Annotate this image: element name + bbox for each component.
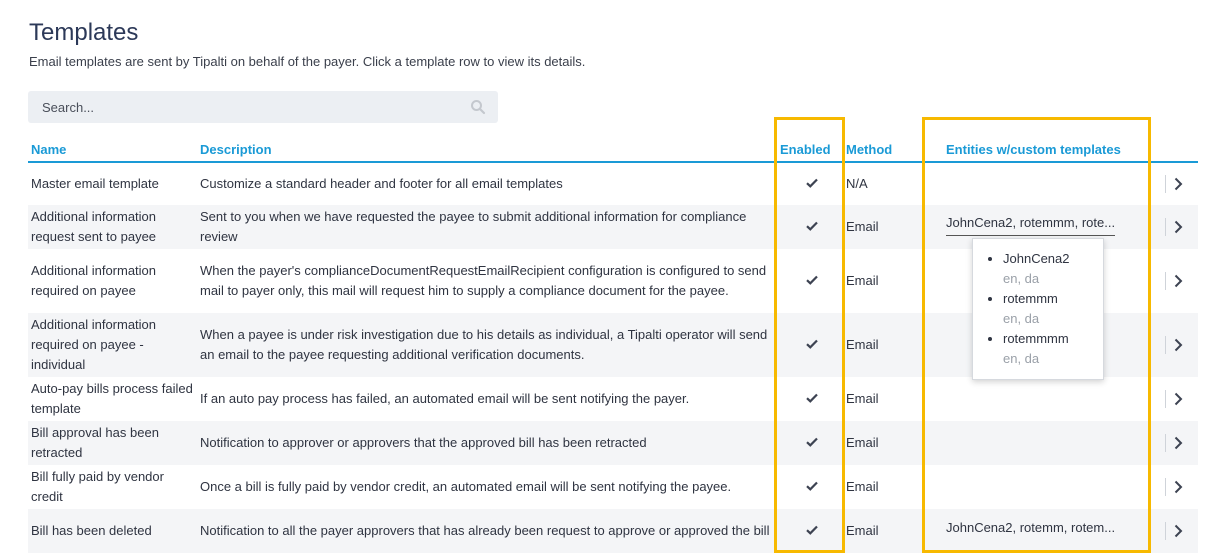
entities-cell — [943, 377, 1162, 421]
template-description: When a payee is under risk investigation… — [197, 313, 780, 377]
column-header-method[interactable]: Method — [843, 137, 943, 163]
divider — [1165, 434, 1166, 452]
entities-popup: JohnCena2 en, da rotemmm en, da rotemmmm en… — [972, 238, 1104, 380]
method-cell: Email — [843, 313, 943, 377]
row-open-cell[interactable] — [1162, 313, 1198, 377]
search-input[interactable] — [40, 98, 470, 116]
template-name: Master email template — [31, 176, 159, 191]
template-name: Additional information request sent to p… — [28, 205, 197, 249]
popup-entity-item: rotemmmm en, da — [1003, 329, 1103, 369]
page-subtitle: Email templates are sent by Tipalti on b… — [29, 54, 586, 69]
template-name: Additional information required on payee — [31, 263, 157, 298]
popup-entity-langs: en, da — [1003, 271, 1040, 286]
template-name: Auto-pay bills process failed template — [31, 381, 193, 416]
chevron-right-icon[interactable] — [1174, 480, 1183, 494]
table-row[interactable]: Auto-pay bills process failed template If… — [28, 377, 1198, 421]
popup-entity-name: rotemmm — [1003, 291, 1058, 306]
divider — [1165, 175, 1166, 193]
enabled-cell — [780, 162, 843, 205]
chevron-right-icon[interactable] — [1174, 524, 1183, 538]
template-description: If an auto pay process has failed, an au… — [200, 391, 690, 406]
column-header-actions — [1162, 137, 1198, 163]
checkmark-icon — [805, 221, 818, 231]
checkmark-icon — [805, 393, 818, 403]
entities-list[interactable]: JohnCena2, rotemmm, rote... — [946, 213, 1116, 236]
popup-entity-name: rotemmmm — [1003, 331, 1069, 346]
popup-entity-name: JohnCena2 — [1003, 251, 1070, 266]
enabled-cell — [780, 377, 843, 421]
chevron-right-icon[interactable] — [1174, 392, 1183, 406]
table-row[interactable]: Bill approval has been retracted Notifica… — [28, 421, 1198, 465]
chevron-right-icon[interactable] — [1174, 274, 1183, 288]
method-cell: Email — [846, 273, 879, 288]
popup-entity-langs: en, da — [1003, 311, 1040, 326]
method-cell: Email — [846, 479, 879, 494]
method-cell: Email — [843, 421, 943, 465]
entities-cell — [943, 421, 1162, 465]
template-description: Sent to you when we have requested the p… — [197, 205, 780, 249]
column-header-enabled[interactable]: Enabled — [780, 137, 843, 163]
enabled-cell — [780, 313, 843, 377]
chevron-right-icon[interactable] — [1174, 177, 1183, 191]
chevron-right-icon[interactable] — [1174, 338, 1183, 352]
table-row[interactable]: Master email template Customize a standar… — [28, 162, 1198, 205]
column-header-name[interactable]: Name — [28, 137, 197, 163]
enabled-cell — [780, 465, 843, 509]
chevron-right-icon[interactable] — [1174, 220, 1183, 234]
chevron-right-icon[interactable] — [1174, 436, 1183, 450]
row-open-cell[interactable] — [1162, 205, 1198, 249]
checkmark-icon — [805, 178, 818, 188]
row-open-cell[interactable] — [1162, 249, 1198, 313]
template-description: Customize a standard header and footer f… — [200, 176, 563, 191]
enabled-cell — [780, 509, 843, 553]
popup-entity-langs: en, da — [1003, 351, 1040, 366]
template-description: Once a bill is fully paid by vendor cred… — [200, 479, 732, 494]
table-row[interactable]: Bill has been deleted Notification to all… — [28, 509, 1198, 553]
template-name: Bill has been deleted — [28, 509, 197, 553]
entities-cell: JohnCena2, rotemm, rotem... — [943, 509, 1162, 553]
search-icon[interactable] — [470, 99, 486, 115]
table-row[interactable]: Bill fully paid by vendor credit Once a b… — [28, 465, 1198, 509]
popup-entity-item: JohnCena2 en, da — [1003, 249, 1103, 289]
divider — [1165, 272, 1166, 290]
method-cell: Email — [843, 205, 943, 249]
divider — [1165, 390, 1166, 408]
column-header-description[interactable]: Description — [197, 137, 780, 163]
page-title: Templates — [29, 19, 139, 46]
method-cell: Email — [843, 509, 943, 553]
entities-cell — [943, 465, 1162, 509]
table-header-row: Name Description Enabled Method Entities… — [28, 137, 1198, 163]
checkmark-icon — [805, 437, 818, 447]
enabled-cell — [780, 205, 843, 249]
method-cell: N/A — [846, 176, 868, 191]
checkmark-icon — [805, 339, 818, 349]
search-box[interactable] — [28, 91, 498, 123]
popup-entity-item: rotemmm en, da — [1003, 289, 1103, 329]
checkmark-icon — [805, 481, 818, 491]
row-open-cell[interactable] — [1162, 421, 1198, 465]
divider — [1165, 336, 1166, 354]
row-open-cell[interactable] — [1162, 465, 1198, 509]
divider — [1165, 218, 1166, 236]
template-name: Bill approval has been retracted — [28, 421, 197, 465]
enabled-cell — [780, 421, 843, 465]
template-description: Notification to all the payer approvers … — [197, 509, 780, 553]
template-description: Notification to approver or approvers th… — [197, 421, 780, 465]
divider — [1165, 522, 1166, 540]
entities-list[interactable]: JohnCena2, rotemm, rotem... — [946, 518, 1115, 538]
method-cell: Email — [846, 391, 879, 406]
template-description: When the payer's complianceDocumentReque… — [200, 263, 767, 298]
row-open-cell[interactable] — [1162, 377, 1198, 421]
row-open-cell[interactable] — [1162, 509, 1198, 553]
entities-popup-list: JohnCena2 en, da rotemmm en, da rotemmmm en… — [987, 249, 1103, 369]
template-name: Bill fully paid by vendor credit — [31, 469, 164, 504]
column-header-entities[interactable]: Entities w/custom templates — [943, 137, 1162, 163]
entities-cell — [943, 162, 1162, 205]
checkmark-icon — [805, 525, 818, 535]
row-open-cell[interactable] — [1162, 162, 1198, 205]
enabled-cell — [780, 249, 843, 313]
checkmark-icon — [805, 275, 818, 285]
template-name: Additional information required on payee… — [28, 313, 197, 377]
divider — [1165, 478, 1166, 496]
